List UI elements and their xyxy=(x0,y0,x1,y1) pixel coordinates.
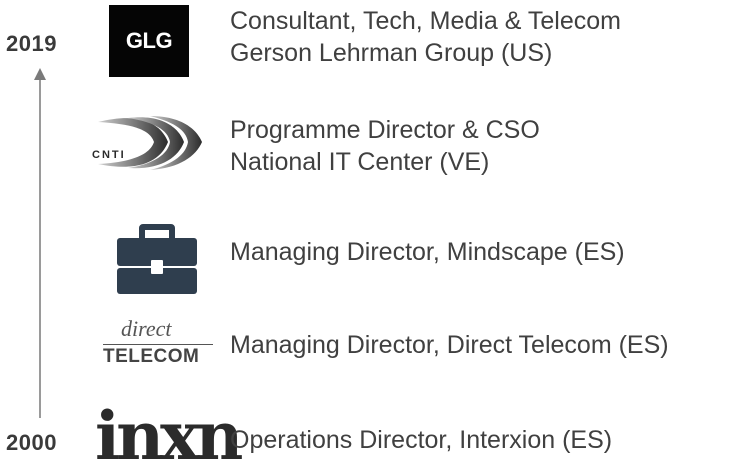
inxn-logo: inxn xyxy=(95,397,243,475)
cnti-logo: CNTI xyxy=(88,108,210,178)
entry-glg: Consultant, Tech, Media & Telecom Gerson… xyxy=(230,5,621,69)
entry-glg-company: Gerson Lehrman Group (US) xyxy=(230,39,553,67)
glg-logo-text: GLG xyxy=(125,28,173,53)
telecom-logo-word: TELECOM xyxy=(103,346,200,367)
entry-direct-telecom: Managing Director, Direct Telecom (ES) xyxy=(230,329,669,361)
entry-cnti-company: National IT Center (VE) xyxy=(230,148,490,176)
direct-logo-divider xyxy=(103,344,213,345)
entry-mindscape-role: Managing Director, Mindscape (ES) xyxy=(230,238,625,266)
briefcase-icon xyxy=(117,220,197,294)
entry-interxion: Operations Director, Interxion (ES) xyxy=(230,424,612,456)
glg-logo: GLG xyxy=(109,5,189,77)
entry-mindscape: Managing Director, Mindscape (ES) xyxy=(230,236,625,268)
entry-cnti: Programme Director & CSO National IT Cen… xyxy=(230,114,540,178)
year-start-label: 2000 xyxy=(6,430,57,455)
entry-interxion-role: Operations Director, Interxion (ES) xyxy=(230,426,613,454)
cnti-logo-text: CNTI xyxy=(92,149,126,161)
timeline-arrow-icon xyxy=(34,68,46,80)
entry-glg-role: Consultant, Tech, Media & Telecom xyxy=(230,7,621,35)
entry-cnti-role: Programme Director & CSO xyxy=(230,116,540,144)
timeline-axis xyxy=(39,76,41,418)
year-end-label: 2019 xyxy=(6,31,57,56)
entry-direct-telecom-role: Managing Director, Direct Telecom (ES) xyxy=(230,331,669,359)
direct-logo-word: direct xyxy=(121,316,172,341)
direct-telecom-logo: direct TELECOM xyxy=(103,314,215,370)
